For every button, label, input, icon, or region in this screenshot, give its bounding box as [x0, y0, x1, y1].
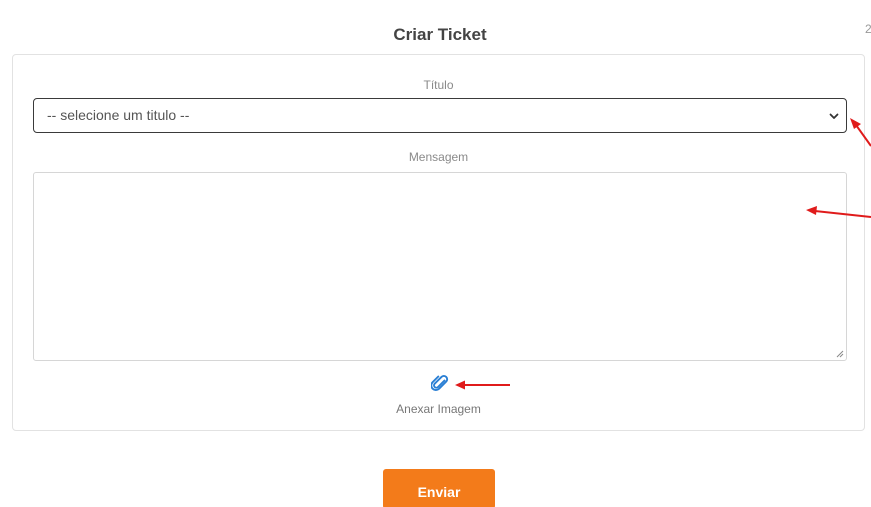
chevron-down-icon — [829, 113, 839, 119]
mensagem-label: Mensagem — [408, 150, 469, 164]
paperclip-icon[interactable] — [431, 374, 449, 394]
send-button[interactable]: Enviar — [383, 469, 495, 507]
create-ticket-page: Criar Ticket 2 Título -- selecione um ti… — [0, 0, 871, 507]
titulo-label: Título — [423, 78, 454, 92]
page-title: Criar Ticket — [393, 25, 487, 44]
attach-image-label[interactable]: Anexar Imagem — [13, 402, 864, 416]
titulo-select-value: -- selecione um titulo -- — [47, 107, 190, 123]
titulo-select[interactable]: -- selecione um titulo -- — [33, 98, 847, 133]
mensagem-textarea[interactable] — [33, 172, 847, 361]
ticket-form-card: Título -- selecione um titulo -- Mensage… — [12, 54, 865, 431]
edge-mark: 2 — [865, 22, 871, 36]
resize-grip-icon[interactable] — [836, 350, 844, 358]
